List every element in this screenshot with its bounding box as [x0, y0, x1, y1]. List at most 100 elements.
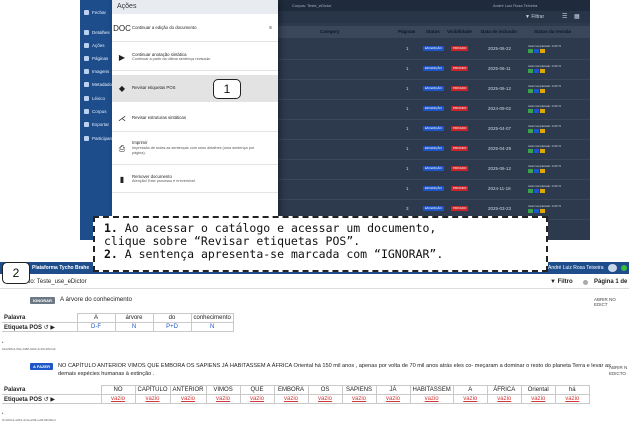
revision-complete: completado: 0.00 % — [534, 104, 562, 108]
sidebar-item-label: Léxico — [92, 96, 106, 101]
sidebar-item-7[interactable]: Corpus — [84, 109, 107, 114]
play-icon[interactable]: ▶ — [50, 325, 55, 331]
word-cell: A — [452, 385, 488, 395]
pos-tag-cell[interactable]: vazio — [409, 394, 454, 404]
sidebar-item-8[interactable]: Exportar — [84, 122, 109, 127]
play-icon[interactable]: ▶ — [50, 397, 55, 403]
sidebar-item-5[interactable]: Metadados — [84, 82, 114, 87]
sidebar-icon — [84, 122, 89, 127]
revision-status: total completado: 0.00 % — [528, 64, 561, 75]
status-badge: EM EDIÇÃO — [423, 206, 444, 211]
status-badge: EM EDIÇÃO — [423, 166, 444, 171]
open-in-editor-link-2b[interactable]: EDICTO — [609, 371, 626, 376]
pos-tag-cell[interactable]: vazio — [307, 394, 343, 404]
filter-button-bottom[interactable]: ▼ Filtro — [550, 276, 573, 289]
word-cell: VIMOS — [205, 385, 241, 395]
menu-item-5[interactable]: ▮ Remover documento Atenção! Este processo… — [112, 166, 278, 193]
sidebar-item-6[interactable]: Léxico — [84, 96, 105, 101]
visibility-badge: PRIVADO — [451, 206, 469, 211]
menu-item-4[interactable]: ⎙ Imprimir Impressão de todas as sentenças… — [112, 133, 278, 165]
revision-total: total — [528, 144, 534, 148]
pos-tag-cell[interactable]: vazio — [100, 394, 136, 404]
instruction-note: 1. Ao acessar o catálogo e acessar um do… — [93, 216, 548, 272]
undo-icon[interactable]: ↺ — [44, 325, 49, 331]
collapse-arrow[interactable]: ▸ — [2, 340, 4, 344]
pos-tag-cell[interactable]: vazio — [520, 394, 556, 404]
filter-button[interactable]: ▼ Filtrar — [525, 14, 544, 20]
revision-total: total — [528, 184, 534, 188]
sidebar-item-label: Imagens — [92, 69, 110, 74]
word-cell: NO — [100, 385, 136, 395]
bottom-user-name[interactable]: André Luiz Rosa Teixeira — [548, 262, 604, 274]
word-cell: HABITASSEM — [409, 385, 454, 395]
sidebar-item-label: Fechar — [92, 10, 107, 15]
pos-tag-cell[interactable]: N — [114, 322, 154, 332]
pos-tag-cell[interactable]: vazio — [134, 394, 171, 404]
sidebar-item-2[interactable]: Ações — [84, 43, 105, 48]
row-pages: 3 — [406, 206, 409, 211]
sidebar-icon — [84, 136, 89, 141]
pos-tag-cell[interactable]: vazio — [486, 394, 522, 404]
visibility-badge: PRIVADO — [451, 126, 469, 131]
catalog-screenshot: Corpus: Teste_eDictor André Luiz Rosa Te… — [0, 0, 629, 244]
status-badge: EM EDIÇÃO — [423, 146, 444, 151]
row-date: 2025-04-07 — [488, 126, 512, 131]
sentence-1-text: A árvore do conhecimento — [60, 296, 132, 303]
header-status: Status — [426, 29, 440, 34]
pos-tag-cell[interactable]: P+D — [152, 322, 192, 332]
revision-complete: completado: 0.00 % — [534, 204, 562, 208]
table-row: Etiqueta POS ↺ ▶ D-F N P+D N — [2, 322, 234, 332]
sidebar-item-1[interactable]: Detalhes — [84, 30, 110, 35]
row-pages: 1 — [406, 86, 409, 91]
list-view-icon[interactable]: ☰ — [562, 13, 567, 20]
pos-tag-cell[interactable]: vazio — [273, 394, 309, 404]
grid-view-icon[interactable]: ▦ — [574, 13, 580, 20]
row-date: 2025-04-29 — [488, 146, 512, 151]
page-label: Página 1 de — [594, 279, 628, 285]
collapse-arrow-2[interactable]: ▸ — [2, 411, 4, 415]
undo-icon[interactable]: ↺ — [44, 397, 49, 403]
pos-tag-cell[interactable]: vazio — [554, 394, 590, 404]
pos-tag-cell[interactable]: vazio — [375, 394, 411, 404]
sidebar-item-label: Corpus — [92, 109, 107, 114]
sidebar-item-3[interactable]: Páginas — [84, 56, 108, 61]
revision-status: total completado: 0.00 % — [528, 184, 561, 195]
pos-tag-cell[interactable]: vazio — [341, 394, 377, 404]
status-badge: EM EDIÇÃO — [423, 106, 444, 111]
ignore-tag[interactable]: IGNORAR — [30, 297, 55, 304]
menu-item-icon: ⎙ — [118, 143, 126, 153]
pos-tag-cell[interactable]: vazio — [452, 394, 488, 404]
actions-menu: Ações DOC Continuar a edição do documento… — [112, 0, 278, 240]
row-pages: 1 — [406, 146, 409, 151]
pos-tag-cell[interactable]: N — [190, 322, 234, 332]
menu-item-3[interactable]: ⋌ Revisar estruturas sintáticas — [112, 105, 278, 132]
pos-tag-cell[interactable]: D-F — [76, 322, 116, 332]
pos-tag-cell[interactable]: vazio — [169, 394, 207, 404]
revision-status: total completado: 0.00 % — [528, 204, 561, 215]
menu-item-subtitle: Impressão de todas as sentenças com seus… — [132, 145, 255, 156]
menu-item-2[interactable]: ◆ Revisar etiquetas POS — [112, 75, 278, 102]
pos-tag-cell[interactable]: vazio — [239, 394, 275, 404]
menu-item-0[interactable]: DOC Continuar a edição do documento ≡ — [112, 15, 278, 42]
word-cell: ANTERIOR — [169, 385, 207, 395]
menu-item-title: Revisar estruturas sintáticas — [132, 115, 186, 121]
avatar[interactable] — [608, 264, 617, 272]
sidebar-item-0[interactable]: Fechar — [84, 10, 106, 15]
revision-complete: completado: 0.00 % — [534, 144, 562, 148]
word-row-label-2: Palavra — [2, 385, 101, 395]
row-pages: 1 — [406, 46, 409, 51]
revision-complete: completado: 0.00 % — [534, 84, 562, 88]
sidebar-icon — [84, 43, 89, 48]
todo-tag[interactable]: A FAZER — [30, 363, 53, 370]
sidebar-item-4[interactable]: Imagens — [84, 69, 109, 74]
pos-tag-cell[interactable]: vazio — [205, 394, 241, 404]
sentence-2-id: f1c0d6e3-a093-4c3a-a99f-ed0f13b0bbef — [2, 418, 56, 422]
open-in-editor-link[interactable]: ABRIR NO EDICT — [594, 297, 629, 307]
sentence-2-text: NO CAPÍTULO ANTERIOR VIMOS QUE EMBORA OS… — [58, 363, 611, 377]
revision-status: total completado: 0.00 % — [528, 164, 561, 175]
page-indicator-icon — [583, 280, 588, 285]
open-in-editor-link-2[interactable]: ABRIR N — [609, 365, 627, 370]
menu-item-1[interactable]: ▶ Continuar anotação sintática Continuar a… — [112, 44, 278, 71]
sidebar — [80, 0, 112, 240]
user-name[interactable]: André Luiz Rosa Teixeira — [493, 3, 537, 8]
